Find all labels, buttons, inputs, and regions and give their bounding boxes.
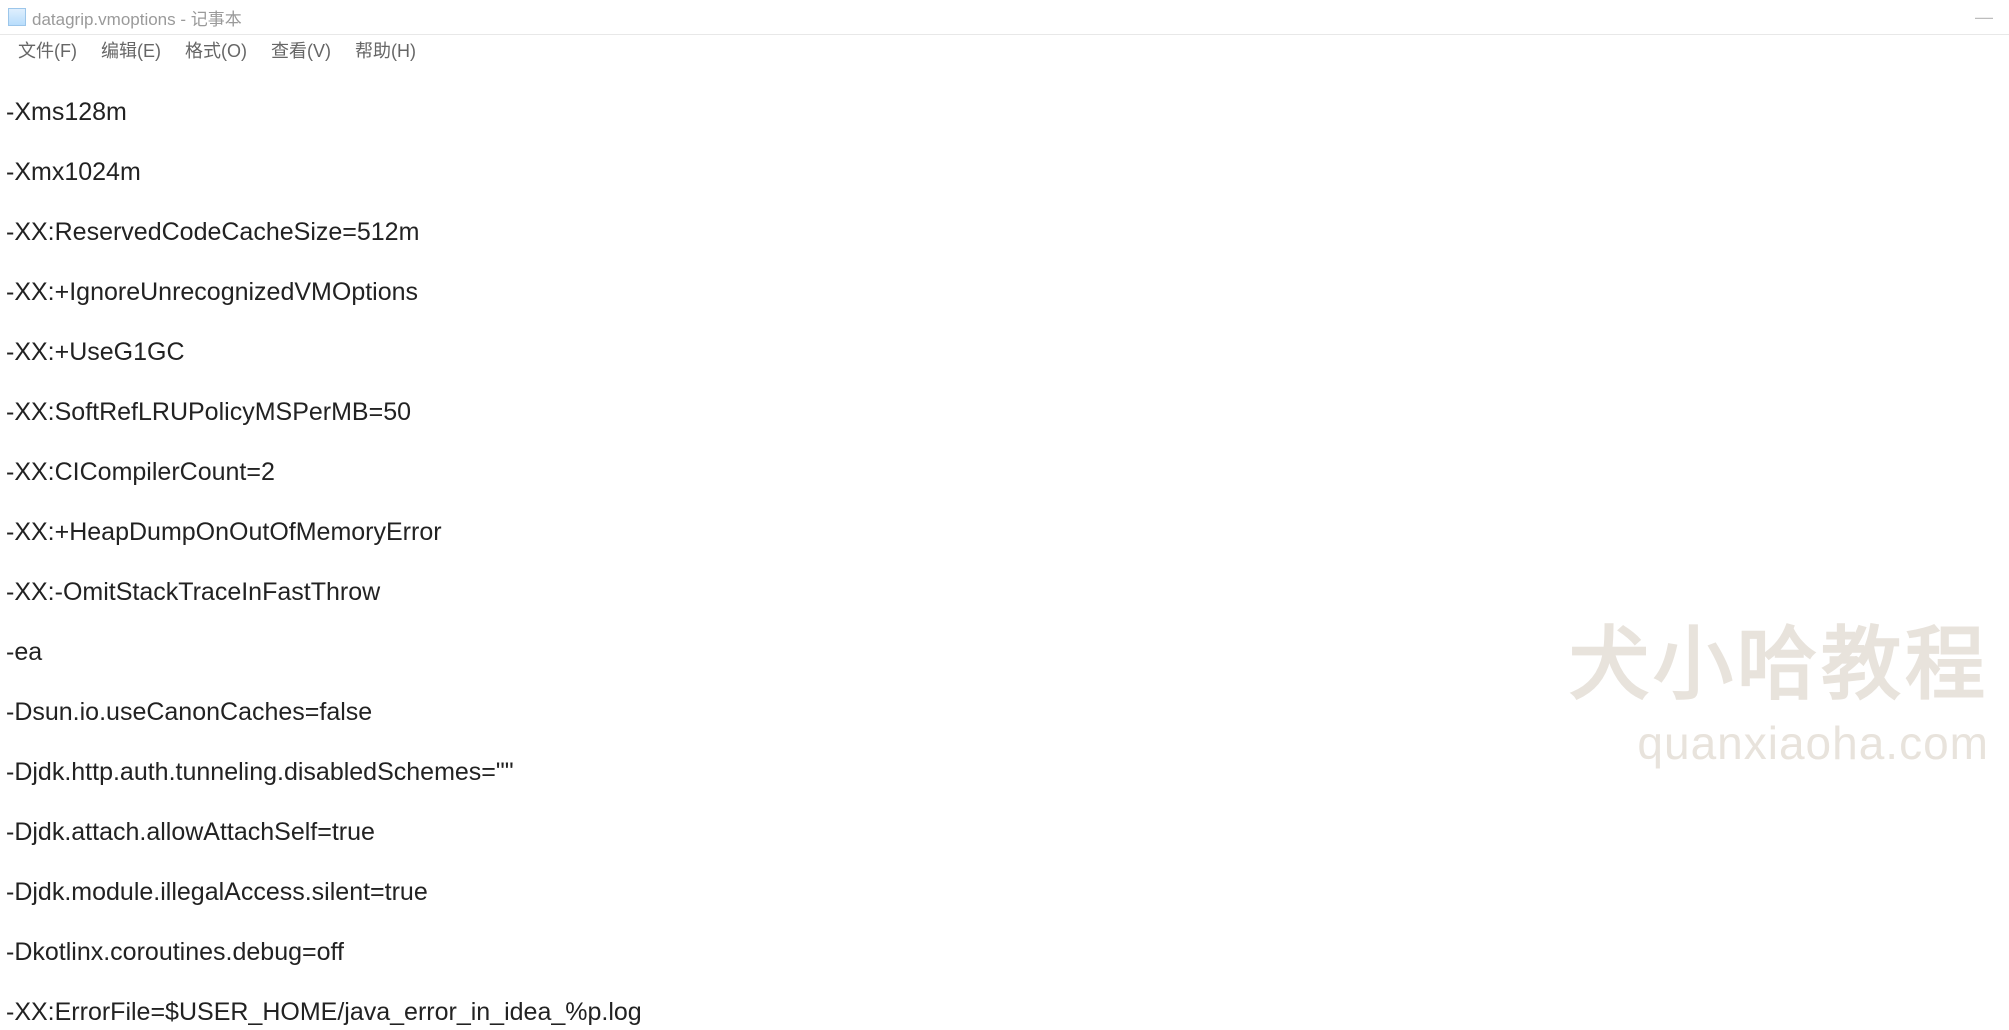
content-line: -Xms128m [6,97,2003,127]
menu-view[interactable]: 查看(V) [259,35,343,65]
watermark: 犬小哈教程 quanxiaoha.com [1569,600,1989,770]
content-line: -XX:ReservedCodeCacheSize=512m [6,217,2003,247]
editor-content[interactable]: -Xms128m -Xmx1024m -XX:ReservedCodeCache… [0,65,2009,1030]
menu-file[interactable]: 文件(F) [6,35,89,65]
watermark-title: 犬小哈教程 [1569,600,1989,716]
menu-help[interactable]: 帮助(H) [343,35,428,65]
notepad-window: datagrip.vmoptions - 记事本 — 文件(F) 编辑(E) 格… [0,0,2009,1030]
title-appname: 记事本 [191,10,242,29]
minimize-button[interactable]: — [1975,7,1993,28]
menubar: 文件(F) 编辑(E) 格式(O) 查看(V) 帮助(H) [0,35,2009,65]
content-line: -XX:+UseG1GC [6,337,2003,367]
content-line: -XX:ErrorFile=$USER_HOME/java_error_in_i… [6,997,2003,1027]
menu-format[interactable]: 格式(O) [173,35,259,65]
titlebar[interactable]: datagrip.vmoptions - 记事本 — [0,0,2009,35]
content-line: -XX:+HeapDumpOnOutOfMemoryError [6,517,2003,547]
content-line: -XX:+IgnoreUnrecognizedVMOptions [6,277,2003,307]
window-controls: — [1975,7,2001,28]
notepad-app-icon [8,8,26,26]
content-line: -XX:SoftRefLRUPolicyMSPerMB=50 [6,397,2003,427]
content-line: -Xmx1024m [6,157,2003,187]
content-line: -XX:CICompilerCount=2 [6,457,2003,487]
menu-edit[interactable]: 编辑(E) [89,35,173,65]
content-line: -Djdk.attach.allowAttachSelf=true [6,817,2003,847]
content-line: -Djdk.module.illegalAccess.silent=true [6,877,2003,907]
title-separator: - [176,10,191,29]
window-title: datagrip.vmoptions - 记事本 [32,5,242,30]
content-line: -Dkotlinx.coroutines.debug=off [6,937,2003,967]
watermark-url: quanxiaoha.com [1569,716,1989,770]
title-filename: datagrip.vmoptions [32,10,176,29]
